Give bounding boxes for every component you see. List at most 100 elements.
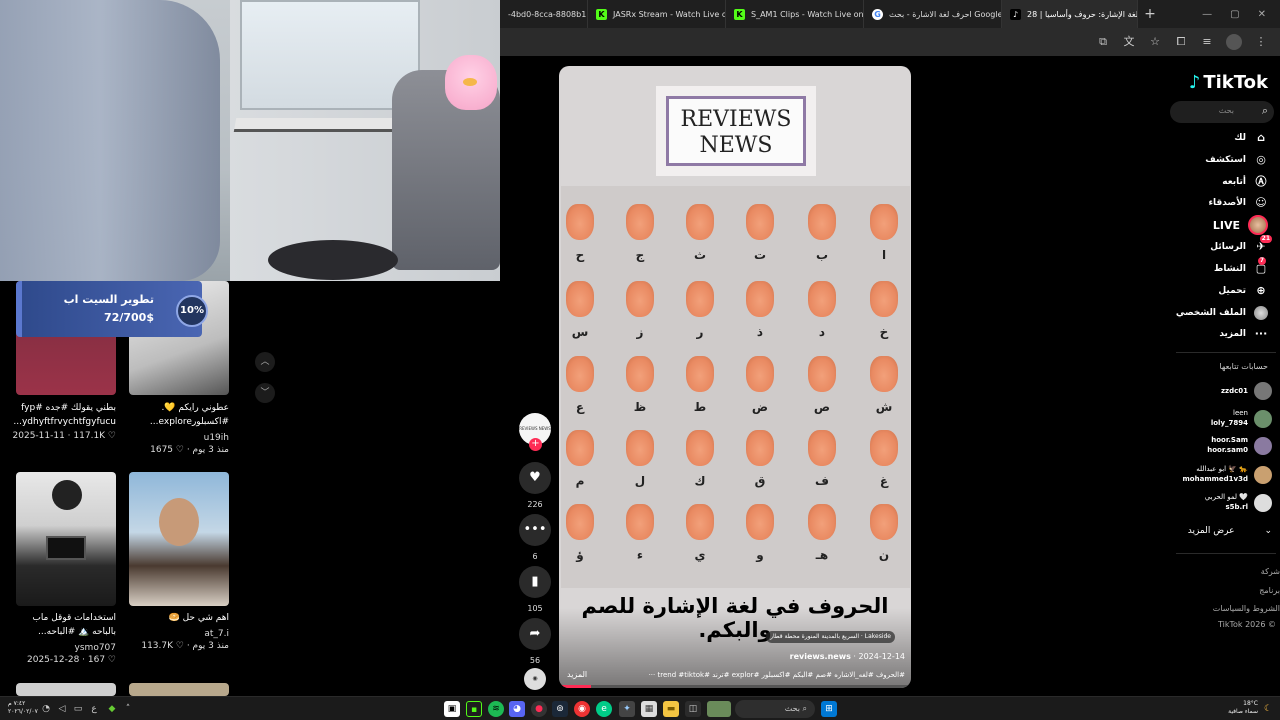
- nav-for-you[interactable]: لك ⌂: [1148, 128, 1268, 148]
- notification-icon[interactable]: ◔: [38, 701, 54, 717]
- nav-friends[interactable]: الأصدقاء ☺: [1148, 193, 1268, 213]
- video-progress-bar[interactable]: [559, 685, 911, 688]
- discord-icon[interactable]: ◕: [509, 701, 525, 717]
- search-input[interactable]: بحث ⌕: [1170, 101, 1274, 123]
- weather-widget[interactable]: 18°C سماء صافية: [1228, 700, 1258, 716]
- scroll-down-button[interactable]: ﹀: [255, 383, 275, 403]
- calendar-icon[interactable]: ▦: [641, 701, 657, 717]
- music-tag[interactable]: Lakeside · السريع بالمدينة المنورة محطة …: [766, 631, 895, 643]
- tray-chevron-icon[interactable]: ˄: [120, 701, 136, 717]
- show-more-button[interactable]: عرض المزيد ⌄: [1188, 526, 1272, 536]
- following-accounts-header: حسابات تتابعها: [1219, 362, 1268, 371]
- video-username[interactable]: ysmo707: [6, 641, 116, 655]
- footer-link[interactable]: برنامج: [1259, 586, 1280, 595]
- followed-account[interactable]: ابو عبدالله 🦅 🐆 mohammed1v3d: [1152, 464, 1272, 488]
- taskbar-clock[interactable]: ٧:٤٢ م ٢٠٢٦/٠٢/٠٧: [8, 700, 38, 716]
- save-action[interactable]: ▮ 105: [519, 566, 551, 613]
- followed-account[interactable]: leen loly_7894: [1152, 408, 1272, 432]
- footer-link[interactable]: الشروط والسياسات: [1213, 604, 1280, 613]
- taskbar-search[interactable]: بحث ⌕: [735, 700, 815, 718]
- nav-more[interactable]: المزيد ···: [1148, 324, 1268, 344]
- search-icon[interactable]: ⌕: [1262, 104, 1268, 118]
- minimize-icon[interactable]: —: [1202, 9, 1212, 20]
- arabic-letter-label: ق: [754, 474, 766, 488]
- browser-tab[interactable]: K JASRx Stream - Watch Live on Kick ✕: [588, 0, 726, 28]
- video-username[interactable]: u19ih: [119, 431, 229, 445]
- video-caption[interactable]: بالباحه 🏔️ #الباحه...: [6, 625, 116, 639]
- spotify-icon[interactable]: ≋: [488, 701, 504, 717]
- language-indicator-icon[interactable]: ع: [86, 701, 102, 717]
- reading-list-icon[interactable]: ≡: [1200, 35, 1214, 49]
- cast-icon[interactable]: ⧉: [1096, 35, 1110, 49]
- windows-start-icon[interactable]: ⊞: [821, 701, 837, 717]
- tray-app-icon[interactable]: ◆: [104, 701, 120, 717]
- nav-upload[interactable]: تحميل ⊕: [1148, 281, 1268, 301]
- browser-tab[interactable]: -4bd0-8cca-8808b1 ✕: [500, 0, 588, 28]
- author-handle[interactable]: reviews.news: [790, 652, 851, 661]
- nav-following[interactable]: أتابعه Ⓐ: [1148, 172, 1268, 192]
- followed-account[interactable]: zzdc01: [1152, 380, 1272, 404]
- clock-time: ٧:٤٢ م: [8, 700, 26, 707]
- video-hashtags[interactable]: #الحروف #لغه_الاشاره #صم #البكم #اكسبلور…: [605, 671, 905, 679]
- scroll-up-button[interactable]: ︿: [255, 352, 275, 372]
- app-icon[interactable]: ✦: [619, 701, 635, 717]
- nav-live[interactable]: LIVE: [1148, 215, 1268, 235]
- app-icon[interactable]: ●: [531, 701, 547, 717]
- maximize-icon[interactable]: ▢: [1230, 9, 1239, 20]
- video-author-line[interactable]: reviews.news · 2024-12-14: [790, 652, 905, 661]
- browser-tab-active[interactable]: ♪ تعلم لغة الإشارة: حروف وأساسيا | 28 ✕: [1002, 0, 1138, 28]
- like-action[interactable]: ♥ 226: [519, 462, 551, 509]
- video-caption[interactable]: ydhyftfrvychtfgyfucu...: [6, 415, 116, 429]
- chrome-icon[interactable]: ◉: [574, 701, 590, 717]
- footer-link[interactable]: شركة: [1261, 567, 1280, 576]
- video-caption[interactable]: اهم شي حل 🥯: [119, 611, 229, 625]
- heart-icon[interactable]: ♥: [519, 462, 551, 494]
- arabic-letter-label: هـ: [815, 548, 829, 562]
- sound-disc-icon[interactable]: ◉: [524, 668, 546, 690]
- share-arrow-icon[interactable]: ➦: [519, 618, 551, 650]
- video-player[interactable]: REVIEWS NEWS ح ج ث ت ب ا س ز ر ذ د خ ع ظ ط ض ص ش م ل ك ق ف غ ؤ ء ي…: [559, 66, 911, 688]
- comment-icon[interactable]: •••: [519, 514, 551, 546]
- menu-kebab-icon[interactable]: ⋮: [1254, 35, 1268, 49]
- video-caption[interactable]: بطني يقولك #جده #fyp: [6, 401, 116, 415]
- app-icon[interactable]: ◫: [685, 701, 701, 717]
- new-tab-button[interactable]: +: [1138, 6, 1162, 22]
- more-button[interactable]: المزيد: [567, 670, 587, 679]
- translate-icon[interactable]: 文: [1122, 35, 1136, 49]
- video-thumbnail[interactable]: [16, 683, 116, 696]
- browser-tab[interactable]: K S_AM1 Clips - Watch Live on Kick ✕: [726, 0, 864, 28]
- profile-avatar-icon[interactable]: [1226, 34, 1242, 50]
- steam-icon[interactable]: ⊚: [552, 701, 568, 717]
- weather-widget-icon[interactable]: [707, 701, 731, 717]
- follow-plus-icon[interactable]: +: [529, 438, 542, 451]
- volume-icon[interactable]: ◁: [54, 701, 70, 717]
- tiktok-logo[interactable]: ♪ TikTok: [1189, 72, 1268, 93]
- video-username[interactable]: at_7.i: [119, 627, 229, 641]
- network-icon[interactable]: ▭: [70, 701, 86, 717]
- video-thumbnail[interactable]: [129, 472, 229, 606]
- followed-account[interactable]: لمو الحربي 🤍 s5b.rl: [1152, 492, 1272, 516]
- nav-messages[interactable]: الرسائل ✈ 21: [1148, 235, 1272, 257]
- video-caption[interactable]: استخدامات قوقل ماب: [6, 611, 116, 625]
- share-action[interactable]: ➦ 56: [519, 618, 551, 665]
- followed-account[interactable]: hoor.Sam hoor.sam0: [1152, 435, 1272, 459]
- bookmark-star-icon[interactable]: ☆: [1148, 35, 1162, 49]
- edge-icon[interactable]: e: [596, 701, 612, 717]
- video-caption[interactable]: #اكسبلورexplore...: [119, 415, 229, 429]
- sound-action[interactable]: ◉: [519, 668, 551, 690]
- close-window-icon[interactable]: ✕: [1258, 9, 1266, 20]
- comment-action[interactable]: ••• 6: [519, 514, 551, 561]
- nav-activity[interactable]: النشاط ▢ 7: [1148, 257, 1268, 279]
- nav-profile[interactable]: الملف الشخصي: [1148, 303, 1268, 323]
- browser-tab[interactable]: G احرف لغة الاشارة - بحث Google ✕: [864, 0, 1002, 28]
- video-thumbnail[interactable]: [16, 472, 116, 606]
- app-icon[interactable]: ▣: [444, 701, 460, 717]
- search-placeholder: بحث: [1218, 106, 1234, 115]
- file-explorer-icon[interactable]: ▬: [663, 701, 679, 717]
- nav-explore[interactable]: استكشف ◎: [1148, 150, 1268, 170]
- obs-icon[interactable]: ▪: [466, 701, 482, 717]
- extensions-icon[interactable]: ⧠: [1174, 35, 1188, 49]
- video-caption[interactable]: عطوني رايكم 💛.: [119, 401, 229, 415]
- bookmark-icon[interactable]: ▮: [519, 566, 551, 598]
- video-thumbnail[interactable]: [129, 683, 229, 696]
